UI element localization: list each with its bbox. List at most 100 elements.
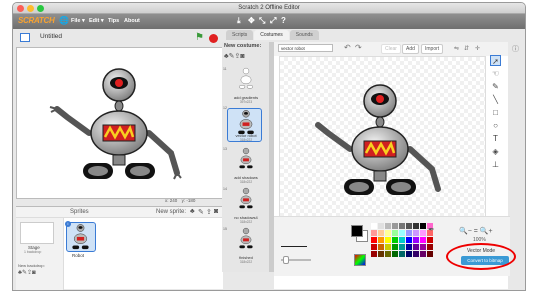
about-menu[interactable]: About — [124, 18, 140, 24]
line-width-slider[interactable] — [281, 256, 311, 264]
color-swatch[interactable] — [385, 223, 391, 229]
select-tool-icon[interactable]: ➚ — [490, 55, 501, 66]
color-swatch[interactable] — [427, 244, 433, 250]
color-swatch[interactable] — [406, 230, 412, 236]
color-swatch[interactable] — [420, 251, 426, 257]
color-swatch[interactable] — [371, 244, 377, 250]
color-swatch[interactable] — [420, 237, 426, 243]
primary-color[interactable] — [351, 225, 363, 237]
color-swatch[interactable] — [399, 244, 405, 250]
color-swatch[interactable] — [427, 237, 433, 243]
edit-menu[interactable]: Edit ▾ — [89, 18, 104, 24]
color-swatch[interactable] — [378, 230, 384, 236]
stamp-tool-icon[interactable]: ⊥ — [490, 159, 501, 170]
color-swatch[interactable] — [399, 251, 405, 257]
zoom-window-button[interactable] — [37, 5, 44, 12]
color-swatch[interactable] — [392, 251, 398, 257]
new-costume-icons[interactable]: ♣✎⇪◙ — [224, 52, 245, 60]
color-swatch[interactable] — [392, 223, 398, 229]
redo-icon[interactable]: ↷ — [355, 43, 362, 52]
color-palette[interactable] — [371, 223, 433, 257]
robot-sprite-thumbnail[interactable]: i — [65, 221, 96, 252]
rectangle-tool-icon[interactable]: □ — [490, 107, 501, 118]
undo-icon[interactable]: ↶ — [344, 43, 351, 52]
color-swatch[interactable] — [385, 230, 391, 236]
color-swatch[interactable] — [413, 237, 419, 243]
reshape-tool-icon[interactable]: ☜ — [490, 68, 501, 79]
color-swatch[interactable] — [378, 244, 384, 250]
color-swatch[interactable] — [406, 244, 412, 250]
color-swatch[interactable] — [371, 230, 377, 236]
add-button[interactable]: Add — [402, 44, 419, 54]
cut-icon[interactable]: ✥ — [248, 16, 255, 25]
duplicate-icon[interactable]: ⤓ — [237, 16, 241, 26]
color-swatch[interactable] — [413, 251, 419, 257]
color-swatch[interactable] — [371, 223, 377, 229]
line-tool-icon[interactable]: ╲ — [490, 94, 501, 105]
flip-horizontal-icon[interactable]: ⇋ — [454, 45, 459, 52]
zoom-controls[interactable]: 🔍− = 🔍+ — [459, 227, 493, 235]
color-swatch[interactable] — [392, 230, 398, 236]
color-swatch[interactable] — [406, 251, 412, 257]
info-icon[interactable]: i — [65, 221, 71, 227]
close-window-button[interactable] — [17, 5, 24, 12]
sprite-library-icon[interactable]: ♣ — [190, 208, 195, 215]
costume-item[interactable]: 13 add shadows 318x222 — [222, 147, 270, 184]
tab-sounds[interactable]: Sounds — [289, 30, 319, 40]
robot-sprite[interactable] — [17, 48, 222, 198]
color-swatch[interactable] — [399, 237, 405, 243]
fill-tool-icon[interactable]: ◈ — [490, 146, 501, 157]
costume-item[interactable]: 11 add gradients 397x223 — [222, 67, 270, 104]
stop-icon[interactable] — [209, 34, 218, 43]
minimize-window-button[interactable] — [27, 5, 34, 12]
color-swatch[interactable] — [378, 251, 384, 257]
set-center-icon[interactable]: ✛ — [475, 45, 480, 52]
file-menu[interactable]: File ▾ — [71, 18, 85, 24]
color-swatch[interactable] — [420, 244, 426, 250]
color-swatch[interactable] — [385, 244, 391, 250]
color-swatch[interactable] — [371, 237, 377, 243]
language-globe-icon[interactable]: 🌐 — [59, 16, 69, 25]
upload-sprite-icon[interactable]: ⇪ — [206, 208, 212, 216]
color-swatch[interactable] — [413, 223, 419, 229]
ellipse-tool-icon[interactable]: ○ — [490, 120, 501, 131]
color-swatch[interactable] — [399, 223, 405, 229]
help-icon[interactable]: ? — [281, 16, 286, 25]
scratch-logo[interactable]: SCRATCH — [18, 16, 55, 25]
color-swatch[interactable] — [420, 223, 426, 229]
import-button[interactable]: Import — [421, 44, 444, 54]
color-swatch[interactable] — [406, 237, 412, 243]
project-name[interactable]: Untitled — [40, 33, 62, 40]
color-swatch[interactable] — [413, 244, 419, 250]
color-swatch[interactable] — [392, 237, 398, 243]
flip-vertical-icon[interactable]: ⇵ — [464, 45, 469, 52]
color-swatch[interactable] — [385, 237, 391, 243]
color-swatch[interactable] — [385, 251, 391, 257]
color-swatch[interactable] — [371, 251, 377, 257]
color-swatch[interactable] — [378, 223, 384, 229]
stage-thumbnail[interactable] — [20, 222, 54, 244]
new-backdrop-icons[interactable]: ♣✎⇪◙ — [18, 269, 36, 276]
color-swatch[interactable] — [392, 244, 398, 250]
tips-menu[interactable]: Tips — [108, 18, 119, 24]
color-picker-swatch[interactable] — [354, 254, 366, 266]
paint-canvas[interactable] — [279, 56, 486, 236]
green-flag-icon[interactable]: ⚑ — [195, 32, 204, 43]
stage-pane[interactable]: Stage 1 backdrop New backdrop: ♣✎⇪◙ — [16, 218, 64, 290]
tab-scripts[interactable]: Scripts — [226, 30, 254, 40]
eyedropper-icon[interactable]: ✒ — [428, 225, 435, 234]
paint-sprite-icon[interactable]: ✎ — [198, 208, 204, 216]
costume-item[interactable]: 15 finished 318x222 — [222, 227, 270, 264]
color-swatch[interactable] — [399, 230, 405, 236]
color-swatch[interactable] — [378, 237, 384, 243]
clear-button[interactable]: Clear — [381, 44, 401, 54]
shrink-icon[interactable]: ⤢ — [270, 16, 276, 26]
presentation-mode-icon[interactable] — [20, 33, 30, 42]
color-swatch[interactable] — [406, 223, 412, 229]
grow-icon[interactable]: ⤡ — [259, 16, 265, 26]
costume-item[interactable]: 14 no shadows4 318x222 — [222, 187, 270, 224]
color-swatch[interactable] — [427, 251, 433, 257]
tab-costumes[interactable]: Costumes — [254, 30, 289, 40]
text-tool-icon[interactable]: T — [490, 133, 501, 144]
slider-knob[interactable] — [283, 256, 289, 264]
